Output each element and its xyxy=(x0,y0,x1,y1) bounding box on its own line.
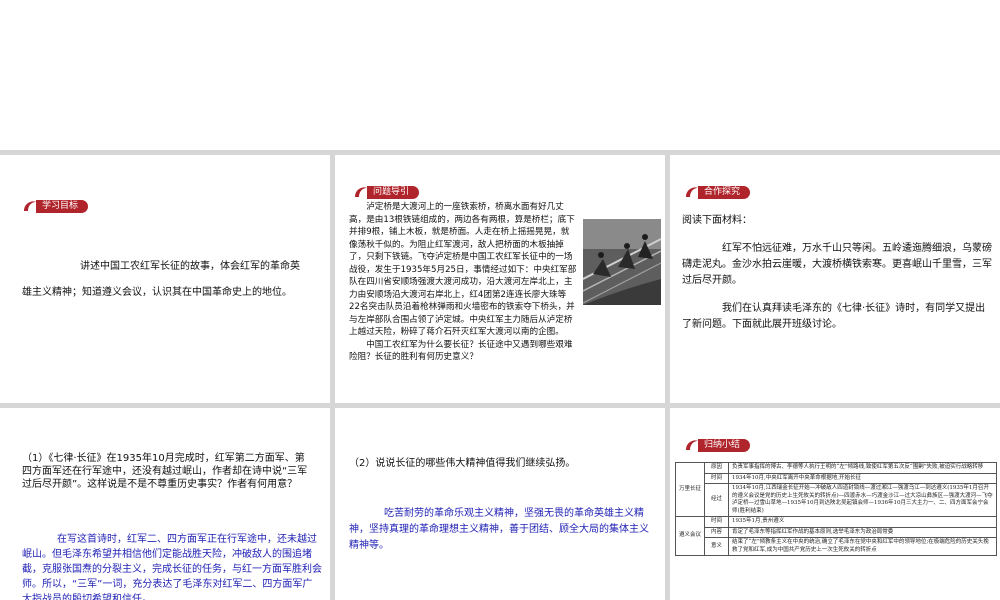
table-row: 万里长征 原因 负责军事指挥的博古、李德等人执行王明的“左”倾路线,致使红军第五… xyxy=(674,462,997,517)
group-label: 万里长征 xyxy=(674,462,706,517)
slide-cooperative-inquiry[interactable]: 合作探究 阅读下面材料： 红军不怕远征难，万水千山只等闲。五岭逶迤腾细浪，乌蒙磅… xyxy=(670,155,1000,403)
section-badge: 归纳小结 xyxy=(684,438,751,452)
question-one-answer: 在写这首诗时，红军二、四方面军正在行军途中，还未越过岷山。但毛泽东希望并相信他们… xyxy=(22,534,322,600)
table-row: 内容 肯定了毛泽东等指挥红军作战的基本原则,选举毛泽东为政治局常委 xyxy=(676,526,997,538)
table-row: 意义 结束了“左”倾教条主义在中央的统治,确立了毛泽东在党中央和红军中的领导地位… xyxy=(676,537,997,556)
discussion-intro: 我们在认真拜读毛泽东的《七律·长征》诗时，有同学又提出了新问题。下面就此展开班级… xyxy=(682,303,986,330)
bridge-story: 泸定桥是大渡河上的一座铁索桥，桥离水面有好几丈高，是由13根铁链组成的，两边各有… xyxy=(349,202,577,362)
section-badge: 合作探究 xyxy=(684,185,751,199)
question-one-text: （1）《七律·长征》在1935年10月完成时，红军第二方面军、第四方面军还在行军… xyxy=(22,453,308,490)
reading-intro: 阅读下面材料： xyxy=(682,215,752,226)
table-row: 遵义会议 时间 1935年1月,贵州遵义 xyxy=(674,516,997,556)
table-row: 时间 1934年10月,中央红军离开中央革命根据地,开始长征 xyxy=(676,472,997,484)
luding-bridge-image xyxy=(583,219,661,305)
slide-question-two[interactable]: （2）说说长征的哪些伟大精神值得我们继续弘扬。 吃苦耐劳的革命乐观主义精神，坚强… xyxy=(335,408,665,600)
long-march-poem: 红军不怕远征难，万水千山只等闲。五岭逶迤腾细浪，乌蒙磅礴走泥丸。金沙水拍云崖暖，… xyxy=(682,243,992,286)
goal-text-line1: 讲述中国工农红军长征的故事，体会红军的革命英 xyxy=(80,261,300,272)
question-two-text: （2）说说长征的哪些伟大精神值得我们继续弘扬。 xyxy=(349,458,576,469)
question-two-answer: 吃苦耐劳的革命乐观主义精神，坚强无畏的革命英雄主义精神，坚持真理的革命理想主义精… xyxy=(349,508,649,551)
slide-question-one[interactable]: （1）《七律·长征》在1935年10月完成时，红军第二方面军、第四方面军还在行军… xyxy=(0,408,330,600)
goal-text-line2: 雄主义精神；知道遵义会议，认识其在中国革命史上的地位。 xyxy=(22,287,292,298)
slide-question-guide[interactable]: 问题导引 泸定桥是大渡河上的一座铁索桥，桥离水面有好几丈高，是由13根铁链组成的… xyxy=(335,155,665,403)
table-row: 经过 1934年10月,江西瑞金长征开始—冲破敌人四道封锁线—渡过湘江—强渡乌江… xyxy=(676,483,997,517)
slide-summary[interactable]: 归纳小结 万里长征 原因 负责军事指挥的博古、李德等人执行王明的“左”倾路线,致… xyxy=(670,408,1000,600)
section-badge: 问题导引 xyxy=(353,185,420,199)
group-label: 遵义会议 xyxy=(674,516,706,556)
section-badge: 学习目标 xyxy=(22,199,89,213)
summary-table: 万里长征 原因 负责军事指挥的博古、李德等人执行王明的“左”倾路线,致使红军第五… xyxy=(674,462,997,556)
slide-learning-goals[interactable]: 学习目标 讲述中国工农红军长征的故事，体会红军的革命英 雄主义精神；知道遵义会议… xyxy=(0,155,330,403)
